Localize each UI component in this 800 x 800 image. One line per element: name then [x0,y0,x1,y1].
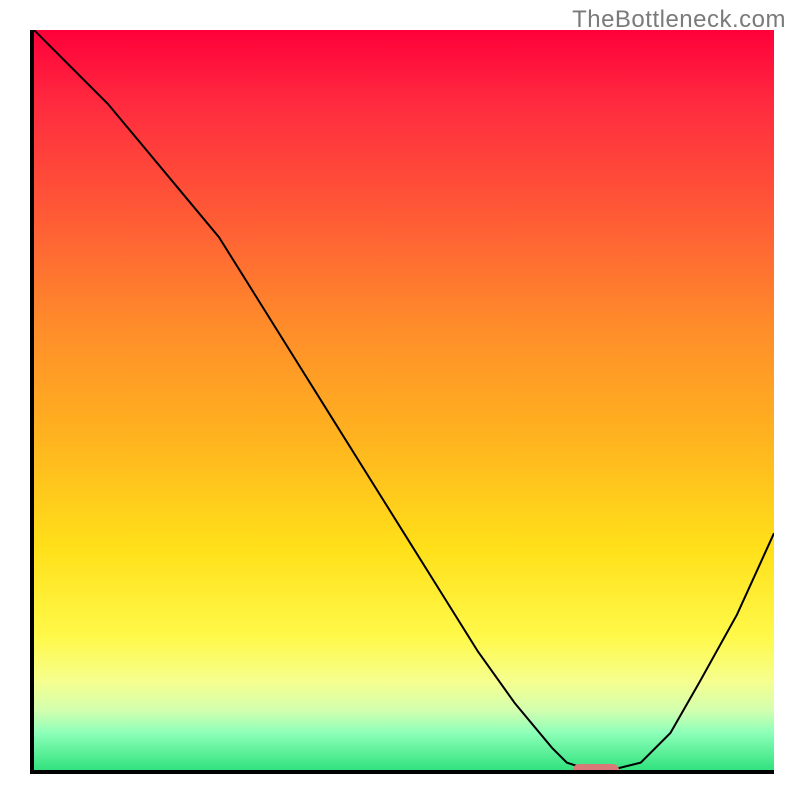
bottleneck-chart [30,30,774,774]
bottleneck-curve [34,30,774,770]
curve-path [34,30,774,770]
optimal-marker [573,764,619,774]
